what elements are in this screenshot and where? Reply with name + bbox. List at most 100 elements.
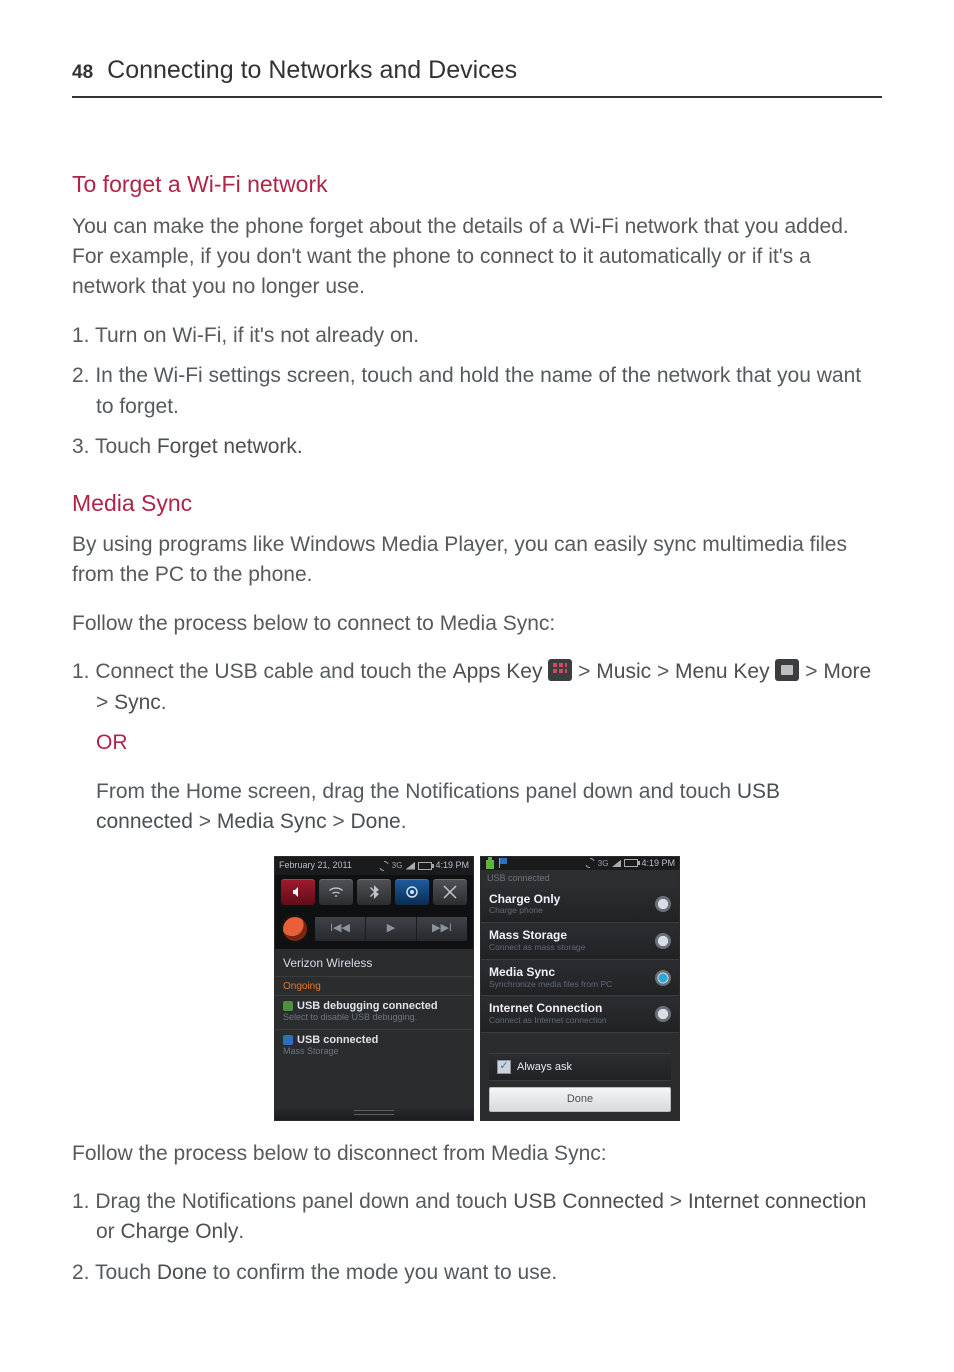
section-title: To forget a Wi-Fi network (72, 168, 882, 201)
usb-debug-icon (283, 1001, 293, 1011)
step-text: . (238, 1220, 244, 1243)
or-label: OR (72, 728, 882, 758)
step-text: > (651, 660, 675, 683)
network-type-icon: 3G (392, 861, 403, 870)
status-bar: February 21, 2011 3G 4:19 PM (275, 857, 473, 875)
radio-icon (655, 896, 671, 912)
usb-connected-icon (283, 1035, 293, 1045)
option-subtitle: Connect as Internet connection (489, 1016, 607, 1026)
option-title: Mass Storage (489, 929, 585, 943)
ongoing-header: Ongoing (275, 977, 473, 995)
step-text: > (799, 660, 823, 683)
always-ask-row[interactable]: ✓ Always ask (489, 1053, 671, 1081)
usb-mode-options: Charge OnlyCharge phone Mass StorageConn… (481, 887, 679, 1033)
step-item: 1. Turn on Wi-Fi, if it's not already on… (72, 321, 882, 351)
screenshot-notifications: February 21, 2011 3G 4:19 PM (274, 856, 474, 1121)
step-item: 2. In the Wi-Fi settings screen, touch a… (72, 361, 882, 422)
checkbox-icon: ✓ (497, 1060, 511, 1074)
page-header: 48 Connecting to Networks and Devices (72, 52, 882, 98)
usb-option-mass-storage[interactable]: Mass StorageConnect as mass storage (481, 923, 679, 960)
option-title: Internet Connection (489, 1002, 607, 1016)
status-left-icons (485, 857, 508, 869)
chapter-title: Connecting to Networks and Devices (107, 52, 517, 88)
menu-key-label: Menu Key (675, 660, 775, 683)
music-next-button[interactable]: ▶▶I (416, 917, 467, 941)
section-title: Media Sync (72, 487, 882, 520)
airplane-toggle[interactable] (433, 879, 467, 905)
paragraph: Follow the process below to connect to M… (72, 609, 882, 639)
status-time: 4:19 PM (641, 858, 675, 868)
screenshot-row: February 21, 2011 3G 4:19 PM (72, 856, 882, 1121)
flag-icon (498, 857, 508, 869)
notification-subtitle: Select to disable USB debugging. (283, 1012, 465, 1022)
page-number: 48 (72, 59, 93, 87)
step-item: 1. Connect the USB cable and touch the A… (72, 657, 882, 718)
usb-option-media-sync[interactable]: Media SyncSynchronize media files from P… (481, 960, 679, 997)
forget-network-label: Forget network. (157, 435, 303, 458)
sound-toggle[interactable] (281, 879, 315, 905)
step-text: > (193, 810, 217, 833)
radio-icon (655, 970, 671, 986)
bluetooth-toggle[interactable] (357, 879, 391, 905)
music-buttons: I◀◀ ▶ ▶▶I (315, 917, 467, 941)
usb-option-internet-connection[interactable]: Internet ConnectionConnect as Internet c… (481, 996, 679, 1033)
status-bar: 3G 4:19 PM (481, 857, 679, 871)
usb-connected-header: USB connected (481, 870, 679, 886)
step-text: 2. Touch (72, 1261, 157, 1284)
step-text: 3. Touch (72, 435, 157, 458)
menu-key-icon (775, 659, 799, 681)
step-item: 1. Drag the Notifications panel down and… (72, 1187, 882, 1248)
step-text: > (572, 660, 596, 683)
step-text: 1. Connect the USB cable and touch the (72, 660, 453, 683)
wifi-toggle[interactable] (319, 879, 353, 905)
network-type-icon: 3G (598, 859, 609, 868)
gps-toggle[interactable] (395, 879, 429, 905)
option-subtitle: Synchronize media files from PC (489, 980, 612, 990)
step-text: or (96, 1220, 121, 1243)
music-prev-button[interactable]: I◀◀ (315, 917, 365, 941)
step-text: > (327, 810, 351, 833)
step-text: From the Home screen, drag the Notificat… (96, 780, 737, 803)
step-item: 3. Touch Forget network. (72, 432, 882, 462)
battery-icon (418, 862, 432, 870)
music-control-bar: I◀◀ ▶ ▶▶I (275, 909, 473, 949)
notification-item[interactable]: USB connected Mass Storage (275, 1029, 473, 1063)
option-subtitle: Connect as mass storage (489, 943, 585, 953)
sync-icon (379, 861, 389, 871)
radio-icon (655, 933, 671, 949)
paragraph: You can make the phone forget about the … (72, 212, 882, 303)
apps-key-icon (548, 659, 572, 681)
music-label: Music (596, 660, 651, 683)
step-text: . (401, 810, 407, 833)
or-paragraph: From the Home screen, drag the Notificat… (72, 777, 882, 838)
done-label: Done (351, 810, 401, 833)
quick-toggle-row (275, 875, 473, 909)
step-text: . (161, 691, 167, 714)
done-label: Done (157, 1261, 207, 1284)
more-label: More (823, 660, 871, 683)
panel-drag-handle[interactable] (275, 1106, 473, 1120)
music-play-button[interactable]: ▶ (365, 917, 416, 941)
section-media-sync: Media Sync By using programs like Window… (72, 487, 882, 1289)
notification-title-text: USB debugging connected (297, 1000, 438, 1013)
usb-option-charge-only[interactable]: Charge OnlyCharge phone (481, 887, 679, 924)
step-text: to confirm the mode you want to use. (207, 1261, 557, 1284)
notification-title: USB connected (283, 1034, 465, 1047)
step-text: > (96, 691, 114, 714)
notification-title-text: USB connected (297, 1034, 378, 1047)
status-time: 4:19 PM (435, 860, 469, 870)
carrier-block: Verizon Wireless (275, 949, 473, 978)
carrier-name: Verizon Wireless (283, 957, 465, 971)
status-icons-group: 3G 4:19 PM (585, 858, 675, 868)
usb-connected-label: USB Connected (513, 1190, 664, 1213)
battery-icon (624, 859, 638, 867)
paragraph: By using programs like Windows Media Pla… (72, 530, 882, 591)
option-title: Charge Only (489, 893, 560, 907)
apps-key-label: Apps Key (453, 660, 549, 683)
done-button[interactable]: Done (489, 1087, 671, 1112)
status-icons-group: 3G 4:19 PM (379, 860, 469, 870)
notification-item[interactable]: USB debugging connected Select to disabl… (275, 995, 473, 1029)
media-sync-label: Media Sync (217, 810, 327, 833)
signal-icon (611, 859, 621, 867)
album-art-icon (281, 915, 309, 943)
